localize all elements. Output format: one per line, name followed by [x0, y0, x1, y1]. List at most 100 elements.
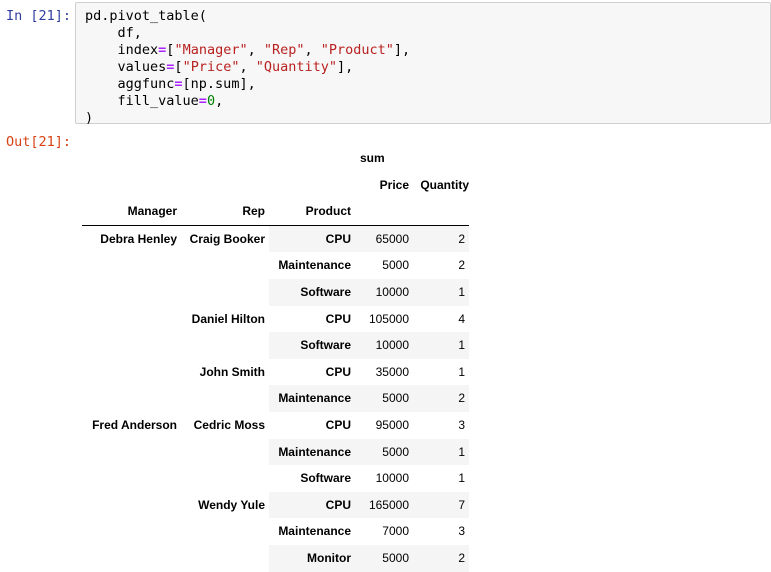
cell-price: 10000 — [355, 332, 409, 359]
row-header-manager — [82, 518, 181, 545]
code-line: fill_value=0, — [85, 93, 224, 109]
header-spacer — [269, 172, 355, 199]
column-header-price: Price — [379, 177, 409, 192]
row-header-rep — [181, 332, 269, 359]
index-name-manager: Manager — [82, 198, 181, 226]
table-row: Debra Henley Craig Booker CPU 65000 2 — [82, 225, 469, 253]
table-row: Daniel Hilton CPU 105000 4 — [82, 305, 469, 333]
column-header-sum: sum — [360, 151, 385, 165]
cell-quantity: 4 — [458, 311, 465, 326]
row-header-manager — [82, 278, 181, 306]
row-header-rep — [181, 518, 269, 545]
code-input-area[interactable]: pd.pivot_table( df, index=["Manager", "R… — [75, 2, 771, 127]
row-header-manager — [82, 491, 181, 519]
input-prompt: In [21]: — [6, 8, 72, 24]
row-header-rep — [181, 438, 269, 466]
cell-price: 10000 — [375, 471, 409, 486]
row-header-rep — [181, 278, 269, 306]
cell-price: 5000 — [382, 258, 409, 273]
header-spacer — [181, 172, 269, 199]
cell-quantity: 2 — [409, 225, 469, 253]
row-header-manager — [82, 544, 181, 572]
code-line: ) — [85, 110, 94, 126]
header-spacer — [181, 145, 269, 172]
index-name-rep: Rep — [181, 198, 269, 226]
row-header-rep — [181, 385, 269, 412]
table-row: Monitor 5000 2 — [82, 544, 469, 572]
cell-price: 5000 — [355, 385, 409, 412]
row-header-product: Maintenance — [269, 385, 355, 412]
row-header-product: CPU — [269, 491, 355, 519]
row-header-product: Maintenance — [278, 258, 351, 273]
cell-quantity: 1 — [458, 471, 465, 486]
table-row: Fred Anderson Cedric Moss CPU 95000 3 — [82, 411, 469, 439]
row-header-manager — [82, 358, 181, 386]
cell-price: 5000 — [355, 544, 409, 572]
code-line: index=["Manager", "Rep", "Product"], — [85, 42, 411, 58]
row-header-manager: Fred Anderson — [82, 411, 181, 439]
table-row: Software 10000 1 — [82, 332, 469, 359]
row-header-rep — [181, 465, 269, 492]
cell-quantity: 7 — [409, 491, 469, 519]
code-line: df, — [85, 25, 142, 41]
table-row: Maintenance 5000 1 — [82, 438, 469, 466]
header-spacer — [269, 145, 355, 172]
row-header-manager — [82, 385, 181, 412]
table-row: Software 10000 1 — [82, 278, 469, 306]
cell-quantity: 2 — [458, 258, 465, 273]
row-header-rep — [181, 252, 269, 279]
table-row: Wendy Yule CPU 165000 7 — [82, 491, 469, 519]
row-header-product: Software — [300, 471, 351, 486]
row-header-rep — [181, 544, 269, 572]
cell-quantity: 2 — [409, 385, 469, 412]
row-header-rep: Craig Booker — [181, 225, 269, 253]
cell-price: 165000 — [355, 491, 409, 519]
row-header-manager — [82, 252, 181, 279]
row-header-product: CPU — [325, 311, 351, 326]
cell-quantity: 3 — [458, 524, 465, 539]
cell-price: 7000 — [382, 524, 409, 539]
header-spacer — [355, 198, 409, 226]
column-header-quantity: Quantity — [420, 177, 469, 192]
row-header-product: Software — [269, 278, 355, 306]
cell-quantity: 1 — [409, 438, 469, 466]
cell-price: 95000 — [375, 417, 409, 432]
cell-quantity: 2 — [409, 544, 469, 572]
table-row: Maintenance 7000 3 — [82, 518, 469, 545]
code-line: aggfunc=[np.sum], — [85, 76, 256, 92]
row-header-product: CPU — [325, 364, 351, 379]
header-spacer — [409, 145, 469, 172]
row-header-manager — [82, 305, 181, 333]
cell-quantity: 1 — [409, 278, 469, 306]
row-header-product: Maintenance — [269, 438, 355, 466]
row-header-rep: John Smith — [181, 358, 269, 386]
row-header-manager: Debra Henley — [82, 225, 181, 253]
table-row: John Smith CPU 35000 1 — [82, 358, 469, 386]
row-header-product: CPU — [269, 225, 355, 253]
cell-quantity: 3 — [458, 417, 465, 432]
table-row: Maintenance 5000 2 — [82, 252, 469, 279]
cell-price: 65000 — [355, 225, 409, 253]
pivot-table-output: sum Price Quantity Manager Rep Product D… — [82, 145, 469, 572]
cell-price: 105000 — [368, 311, 409, 326]
row-header-manager — [82, 332, 181, 359]
row-header-manager — [82, 465, 181, 492]
code-editor[interactable]: pd.pivot_table( df, index=["Manager", "R… — [85, 8, 410, 127]
cell-quantity: 1 — [409, 332, 469, 359]
header-spacer — [82, 172, 181, 199]
table-row: Software 10000 1 — [82, 465, 469, 492]
index-name-product: Product — [269, 198, 355, 226]
code-line: pd.pivot_table( — [85, 8, 207, 24]
table-row: Maintenance 5000 2 — [82, 385, 469, 412]
cell-quantity: 1 — [458, 364, 465, 379]
row-header-rep: Daniel Hilton — [181, 305, 269, 333]
row-header-manager — [82, 438, 181, 466]
output-prompt: Out[21]: — [6, 134, 72, 150]
row-header-product: Software — [269, 332, 355, 359]
code-line: values=["Price", "Quantity"], — [85, 59, 354, 75]
row-header-rep: Cedric Moss — [181, 411, 269, 439]
cell-price: 5000 — [355, 438, 409, 466]
row-header-rep: Wendy Yule — [181, 491, 269, 519]
cell-price: 35000 — [375, 364, 409, 379]
cell-price: 10000 — [355, 278, 409, 306]
